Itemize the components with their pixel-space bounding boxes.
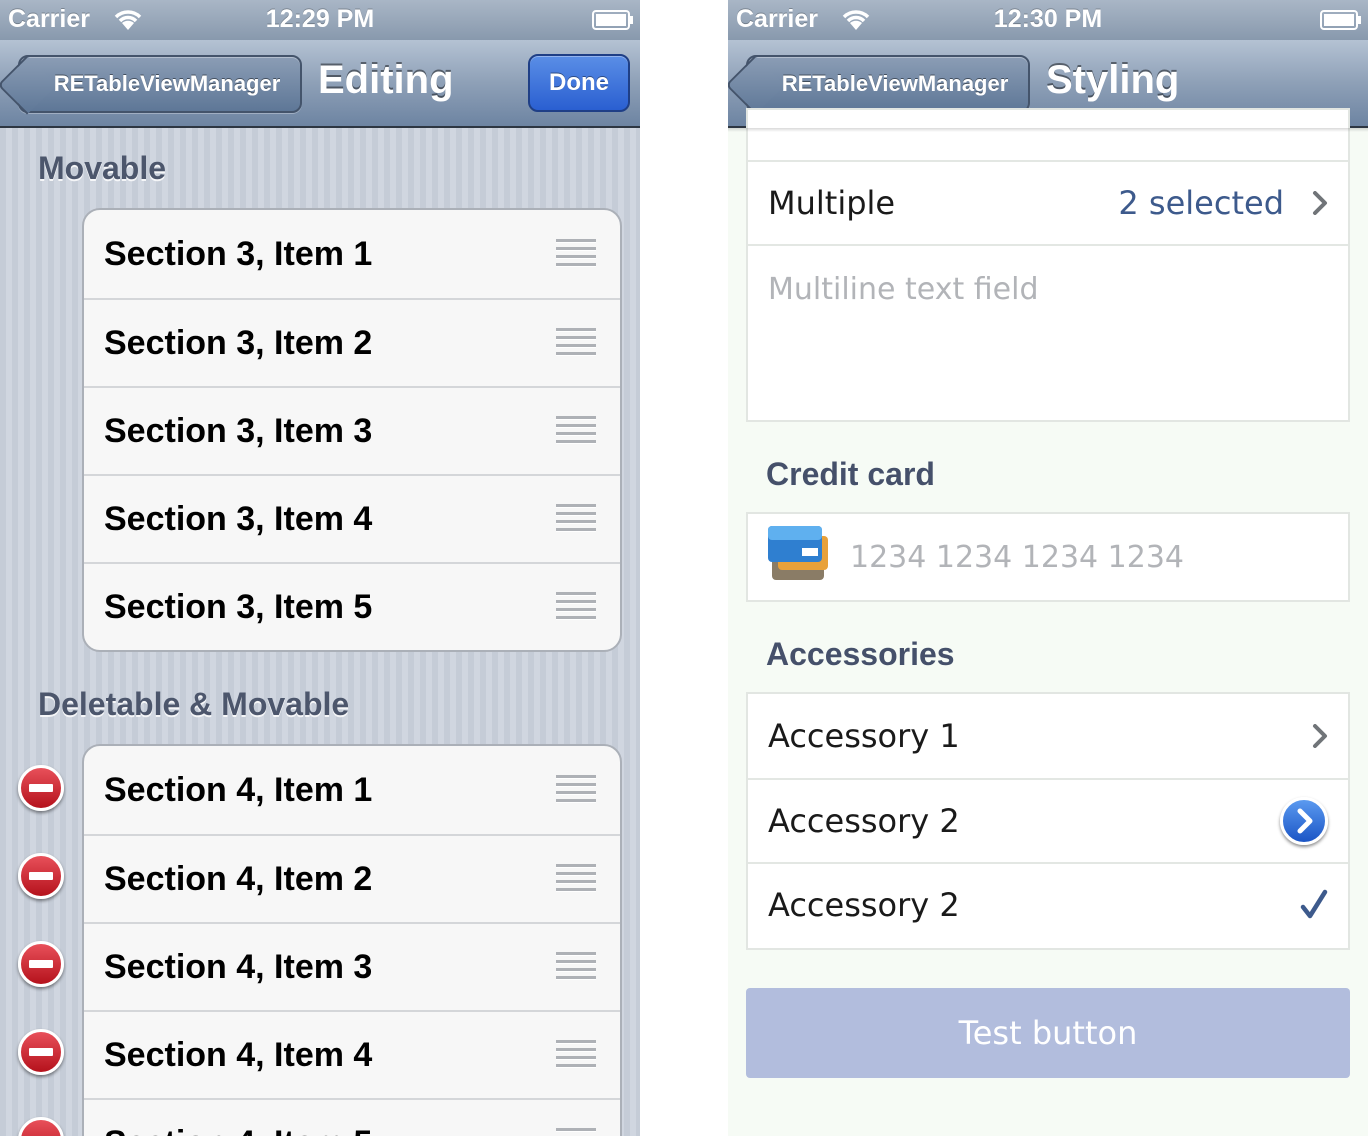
- row-label: Section 3, Item 2: [104, 323, 373, 362]
- done-button[interactable]: Done: [528, 54, 630, 112]
- deletable-movable-section: Section 4, Item 1 Section 4, Item 2 Sect…: [82, 744, 622, 1136]
- fields-section: Multiple 2 selected Multiline text field: [746, 108, 1350, 422]
- styling-screen: Carrier 12:30 PM RETableViewManager Styl…: [728, 0, 1368, 1136]
- row-label: Section 3, Item 4: [104, 499, 373, 538]
- section-header-deletable-movable: Deletable & Movable: [38, 686, 350, 722]
- back-button[interactable]: RETableViewManager: [18, 55, 302, 113]
- row-label: Section 3, Item 1: [104, 234, 373, 273]
- back-button-label: RETableViewManager: [53, 71, 281, 96]
- status-bar: Carrier 12:30 PM: [728, 0, 1368, 40]
- reorder-handle-icon[interactable]: [556, 864, 596, 894]
- chevron-right-icon: [1313, 724, 1327, 748]
- credit-card-field[interactable]: 1234 1234 1234 1234: [748, 514, 1348, 600]
- table-row[interactable]: Section 3, Item 3: [84, 386, 620, 474]
- row-label: Section 4, Item 1: [104, 770, 373, 809]
- credit-card-section: 1234 1234 1234 1234: [746, 512, 1350, 602]
- back-button[interactable]: RETableViewManager: [746, 55, 1030, 113]
- page-title: Editing: [318, 58, 454, 102]
- back-button-label: RETableViewManager: [781, 71, 1009, 96]
- delete-icon[interactable]: [18, 941, 64, 987]
- battery-icon: [592, 10, 633, 30]
- multiline-placeholder: Multiline text field: [768, 272, 1039, 307]
- row-label: Section 4, Item 3: [104, 947, 373, 986]
- reorder-handle-icon[interactable]: [556, 775, 596, 805]
- reorder-handle-icon[interactable]: [556, 592, 596, 622]
- table-row[interactable]: Section 4, Item 5: [84, 1098, 620, 1136]
- multiple-row[interactable]: Multiple 2 selected: [748, 160, 1348, 244]
- reorder-handle-icon[interactable]: [556, 1128, 596, 1136]
- section-header-movable: Movable: [38, 150, 167, 186]
- accessory-row[interactable]: Accessory 2: [748, 778, 1348, 862]
- row-label: Section 4, Item 4: [104, 1035, 373, 1074]
- row-label: Multiple: [768, 184, 896, 222]
- row-label: Accessory 2: [768, 886, 960, 924]
- nav-shadow: [728, 128, 1368, 132]
- delete-icon[interactable]: [18, 1029, 64, 1075]
- card-number-placeholder: 1234 1234 1234 1234: [850, 539, 1184, 575]
- battery-icon: [1320, 10, 1361, 30]
- multiline-text-field[interactable]: Multiline text field: [748, 244, 1348, 420]
- table-row[interactable]: Section 4, Item 3: [84, 922, 620, 1010]
- test-button[interactable]: Test button: [746, 988, 1350, 1078]
- styled-table[interactable]: Multiple 2 selected Multiline text field…: [728, 108, 1368, 1136]
- accessory-row[interactable]: Accessory 1: [748, 694, 1348, 778]
- reorder-handle-icon[interactable]: [556, 504, 596, 534]
- table-row[interactable]: Section 3, Item 4: [84, 474, 620, 562]
- table-row[interactable]: Section 3, Item 1: [84, 210, 620, 298]
- status-time: 12:30 PM: [993, 5, 1103, 33]
- reorder-handle-icon[interactable]: [556, 239, 596, 269]
- table-row[interactable]: Section 4, Item 4: [84, 1010, 620, 1098]
- table-row[interactable]: Section 4, Item 2: [84, 834, 620, 922]
- reorder-handle-icon[interactable]: [556, 416, 596, 446]
- table-row[interactable]: Section 3, Item 2: [84, 298, 620, 386]
- reorder-handle-icon[interactable]: [556, 952, 596, 982]
- row-label: Section 3, Item 5: [104, 587, 373, 626]
- table-row[interactable]: Section 4, Item 1: [84, 746, 620, 834]
- reorder-handle-icon[interactable]: [556, 328, 596, 358]
- chevron-right-icon: [1313, 191, 1327, 215]
- row-label: Section 4, Item 2: [104, 859, 373, 898]
- navigation-bar: RETableViewManager Editing Done: [0, 40, 640, 128]
- checkmark-icon: [1300, 889, 1328, 919]
- page-title: Styling: [1046, 58, 1180, 102]
- detail-disclosure-icon[interactable]: [1280, 797, 1328, 845]
- credit-card-icon: [768, 526, 828, 580]
- table-row-clipped[interactable]: [748, 110, 1348, 160]
- status-bar: Carrier 12:29 PM: [0, 0, 640, 40]
- row-value: 2 selected: [1118, 184, 1284, 222]
- accessories-section: Accessory 1 Accessory 2 Accessory 2: [746, 692, 1350, 950]
- table-row[interactable]: Section 3, Item 5: [84, 562, 620, 650]
- reorder-handle-icon[interactable]: [556, 1040, 596, 1070]
- status-time: 12:29 PM: [265, 5, 375, 33]
- row-label: Section 4, Item 5: [104, 1124, 372, 1136]
- grouped-table[interactable]: Movable Section 3, Item 1 Section 3, Ite…: [0, 128, 640, 1136]
- delete-icon[interactable]: [18, 1117, 64, 1136]
- section-header-accessories: Accessories: [766, 636, 955, 672]
- delete-icon[interactable]: [18, 853, 64, 899]
- row-label: Section 3, Item 3: [104, 411, 373, 450]
- row-label: Accessory 2: [768, 802, 960, 840]
- editing-screen: Carrier 12:29 PM RETableViewManager Edit…: [0, 0, 640, 1136]
- movable-section: Section 3, Item 1 Section 3, Item 2 Sect…: [82, 208, 622, 652]
- section-header-credit-card: Credit card: [766, 456, 935, 492]
- accessory-row[interactable]: Accessory 2: [748, 862, 1348, 946]
- row-label: Accessory 1: [768, 717, 960, 755]
- delete-icon[interactable]: [18, 765, 64, 811]
